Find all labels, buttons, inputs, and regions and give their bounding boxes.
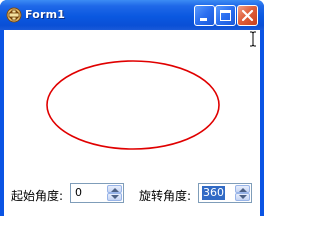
rotation-angle-spinbox[interactable]: 360 [198, 183, 252, 203]
start-angle-label: 起始角度: [11, 189, 64, 203]
minimize-button[interactable] [194, 5, 215, 26]
drawing-canvas [46, 60, 220, 150]
start-angle-down-button[interactable] [107, 193, 122, 201]
rotation-angle-input[interactable]: 360 [202, 186, 225, 200]
arrow-up-icon [239, 188, 247, 192]
rotation-angle-up-button[interactable] [235, 185, 250, 193]
close-button[interactable] [237, 5, 258, 26]
rotation-angle-label: 旋转角度: [139, 189, 192, 203]
maximize-button[interactable] [215, 5, 236, 26]
minimize-icon [200, 18, 207, 21]
start-angle-input[interactable]: 0 [74, 186, 83, 200]
start-angle-spinbox[interactable]: 0 [70, 183, 124, 203]
arrow-down-icon [239, 195, 247, 199]
rotation-angle-spin-buttons [235, 185, 250, 201]
ellipse-shape [46, 60, 220, 150]
form1-window: Form1 起始角度: 0 旋转角度: 360 [0, 0, 264, 216]
form-client-area: 起始角度: 0 旋转角度: 360 [4, 30, 260, 216]
arrow-up-icon [111, 188, 119, 192]
app-icon[interactable] [6, 7, 22, 23]
close-icon [241, 9, 254, 22]
title-bar[interactable]: Form1 [0, 0, 264, 30]
maximize-icon [220, 10, 231, 21]
arrow-down-icon [111, 195, 119, 199]
start-angle-up-button[interactable] [107, 185, 122, 193]
rotation-angle-down-button[interactable] [235, 193, 250, 201]
window-title: Form1 [25, 8, 66, 21]
start-angle-spin-buttons [107, 185, 122, 201]
